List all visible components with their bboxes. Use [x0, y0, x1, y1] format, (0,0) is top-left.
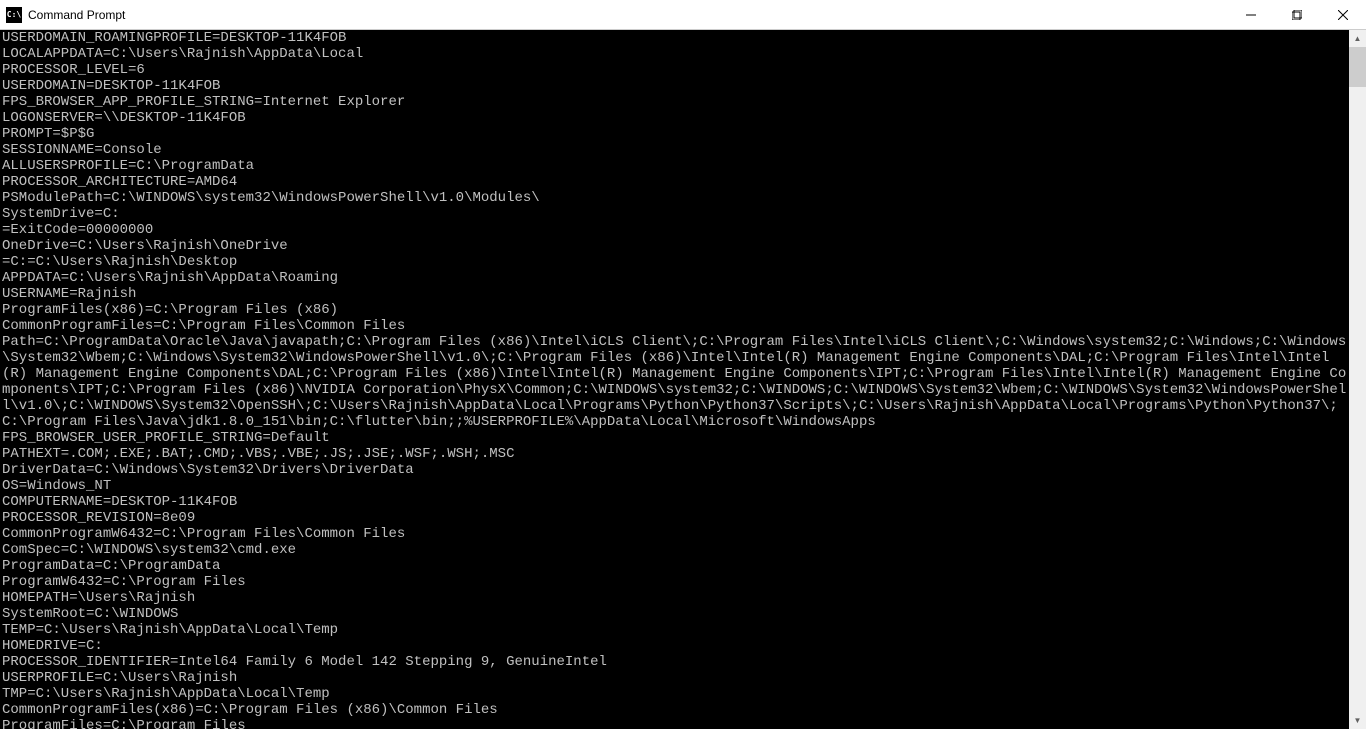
env-line: ProgramData=C:\ProgramData [2, 558, 1347, 574]
env-line: TMP=C:\Users\Rajnish\AppData\Local\Temp [2, 686, 1347, 702]
env-line: Path=C:\ProgramData\Oracle\Java\javapath… [2, 334, 1347, 430]
env-line: COMPUTERNAME=DESKTOP-11K4FOB [2, 494, 1347, 510]
env-line: FPS_BROWSER_APP_PROFILE_STRING=Internet … [2, 94, 1347, 110]
env-line: ALLUSERSPROFILE=C:\ProgramData [2, 158, 1347, 174]
minimize-button[interactable] [1228, 0, 1274, 30]
env-line: PROCESSOR_REVISION=8e09 [2, 510, 1347, 526]
env-line: OneDrive=C:\Users\Rajnish\OneDrive [2, 238, 1347, 254]
env-line: ComSpec=C:\WINDOWS\system32\cmd.exe [2, 542, 1347, 558]
env-line: PROMPT=$P$G [2, 126, 1347, 142]
maximize-button[interactable] [1274, 0, 1320, 30]
env-line: HOMEDRIVE=C: [2, 638, 1347, 654]
env-line: LOCALAPPDATA=C:\Users\Rajnish\AppData\Lo… [2, 46, 1347, 62]
env-line: PROCESSOR_ARCHITECTURE=AMD64 [2, 174, 1347, 190]
window-title: Command Prompt [28, 8, 125, 22]
env-line: CommonProgramFiles(x86)=C:\Program Files… [2, 702, 1347, 718]
env-line: SystemDrive=C: [2, 206, 1347, 222]
terminal-output[interactable]: USERDOMAIN_ROAMINGPROFILE=DESKTOP-11K4FO… [0, 30, 1349, 729]
scroll-thumb[interactable] [1349, 47, 1366, 87]
env-line: PATHEXT=.COM;.EXE;.BAT;.CMD;.VBS;.VBE;.J… [2, 446, 1347, 462]
env-line: PSModulePath=C:\WINDOWS\system32\Windows… [2, 190, 1347, 206]
env-line: SESSIONNAME=Console [2, 142, 1347, 158]
env-line: USERNAME=Rajnish [2, 286, 1347, 302]
window-titlebar[interactable]: C:\ Command Prompt [0, 0, 1366, 30]
env-line: SystemRoot=C:\WINDOWS [2, 606, 1347, 622]
env-line: CommonProgramFiles=C:\Program Files\Comm… [2, 318, 1347, 334]
env-line: ProgramW6432=C:\Program Files [2, 574, 1347, 590]
env-line: APPDATA=C:\Users\Rajnish\AppData\Roaming [2, 270, 1347, 286]
close-icon [1338, 10, 1348, 20]
maximize-icon [1292, 10, 1302, 20]
minimize-icon [1246, 10, 1256, 20]
vertical-scrollbar[interactable]: ▲ ▼ [1349, 30, 1366, 729]
titlebar-left: C:\ Command Prompt [0, 7, 125, 23]
env-line: PROCESSOR_IDENTIFIER=Intel64 Family 6 Mo… [2, 654, 1347, 670]
env-line: LOGONSERVER=\\DESKTOP-11K4FOB [2, 110, 1347, 126]
env-line: DriverData=C:\Windows\System32\Drivers\D… [2, 462, 1347, 478]
env-line: =C:=C:\Users\Rajnish\Desktop [2, 254, 1347, 270]
env-line: PROCESSOR_LEVEL=6 [2, 62, 1347, 78]
titlebar-controls [1228, 0, 1366, 30]
env-line: USERDOMAIN_ROAMINGPROFILE=DESKTOP-11K4FO… [2, 30, 1347, 46]
env-line: USERPROFILE=C:\Users\Rajnish [2, 670, 1347, 686]
env-line: CommonProgramW6432=C:\Program Files\Comm… [2, 526, 1347, 542]
env-line: HOMEPATH=\Users\Rajnish [2, 590, 1347, 606]
cmd-app-icon: C:\ [6, 7, 22, 23]
env-line: ProgramFiles(x86)=C:\Program Files (x86) [2, 302, 1347, 318]
env-line: USERDOMAIN=DESKTOP-11K4FOB [2, 78, 1347, 94]
close-button[interactable] [1320, 0, 1366, 30]
env-line: TEMP=C:\Users\Rajnish\AppData\Local\Temp [2, 622, 1347, 638]
scroll-down-arrow-icon[interactable]: ▼ [1349, 712, 1366, 729]
env-line: ProgramFiles=C:\Program Files [2, 718, 1347, 729]
terminal-container: USERDOMAIN_ROAMINGPROFILE=DESKTOP-11K4FO… [0, 30, 1366, 729]
scroll-up-arrow-icon[interactable]: ▲ [1349, 30, 1366, 47]
env-line: FPS_BROWSER_USER_PROFILE_STRING=Default [2, 430, 1347, 446]
env-line: =ExitCode=00000000 [2, 222, 1347, 238]
env-line: OS=Windows_NT [2, 478, 1347, 494]
